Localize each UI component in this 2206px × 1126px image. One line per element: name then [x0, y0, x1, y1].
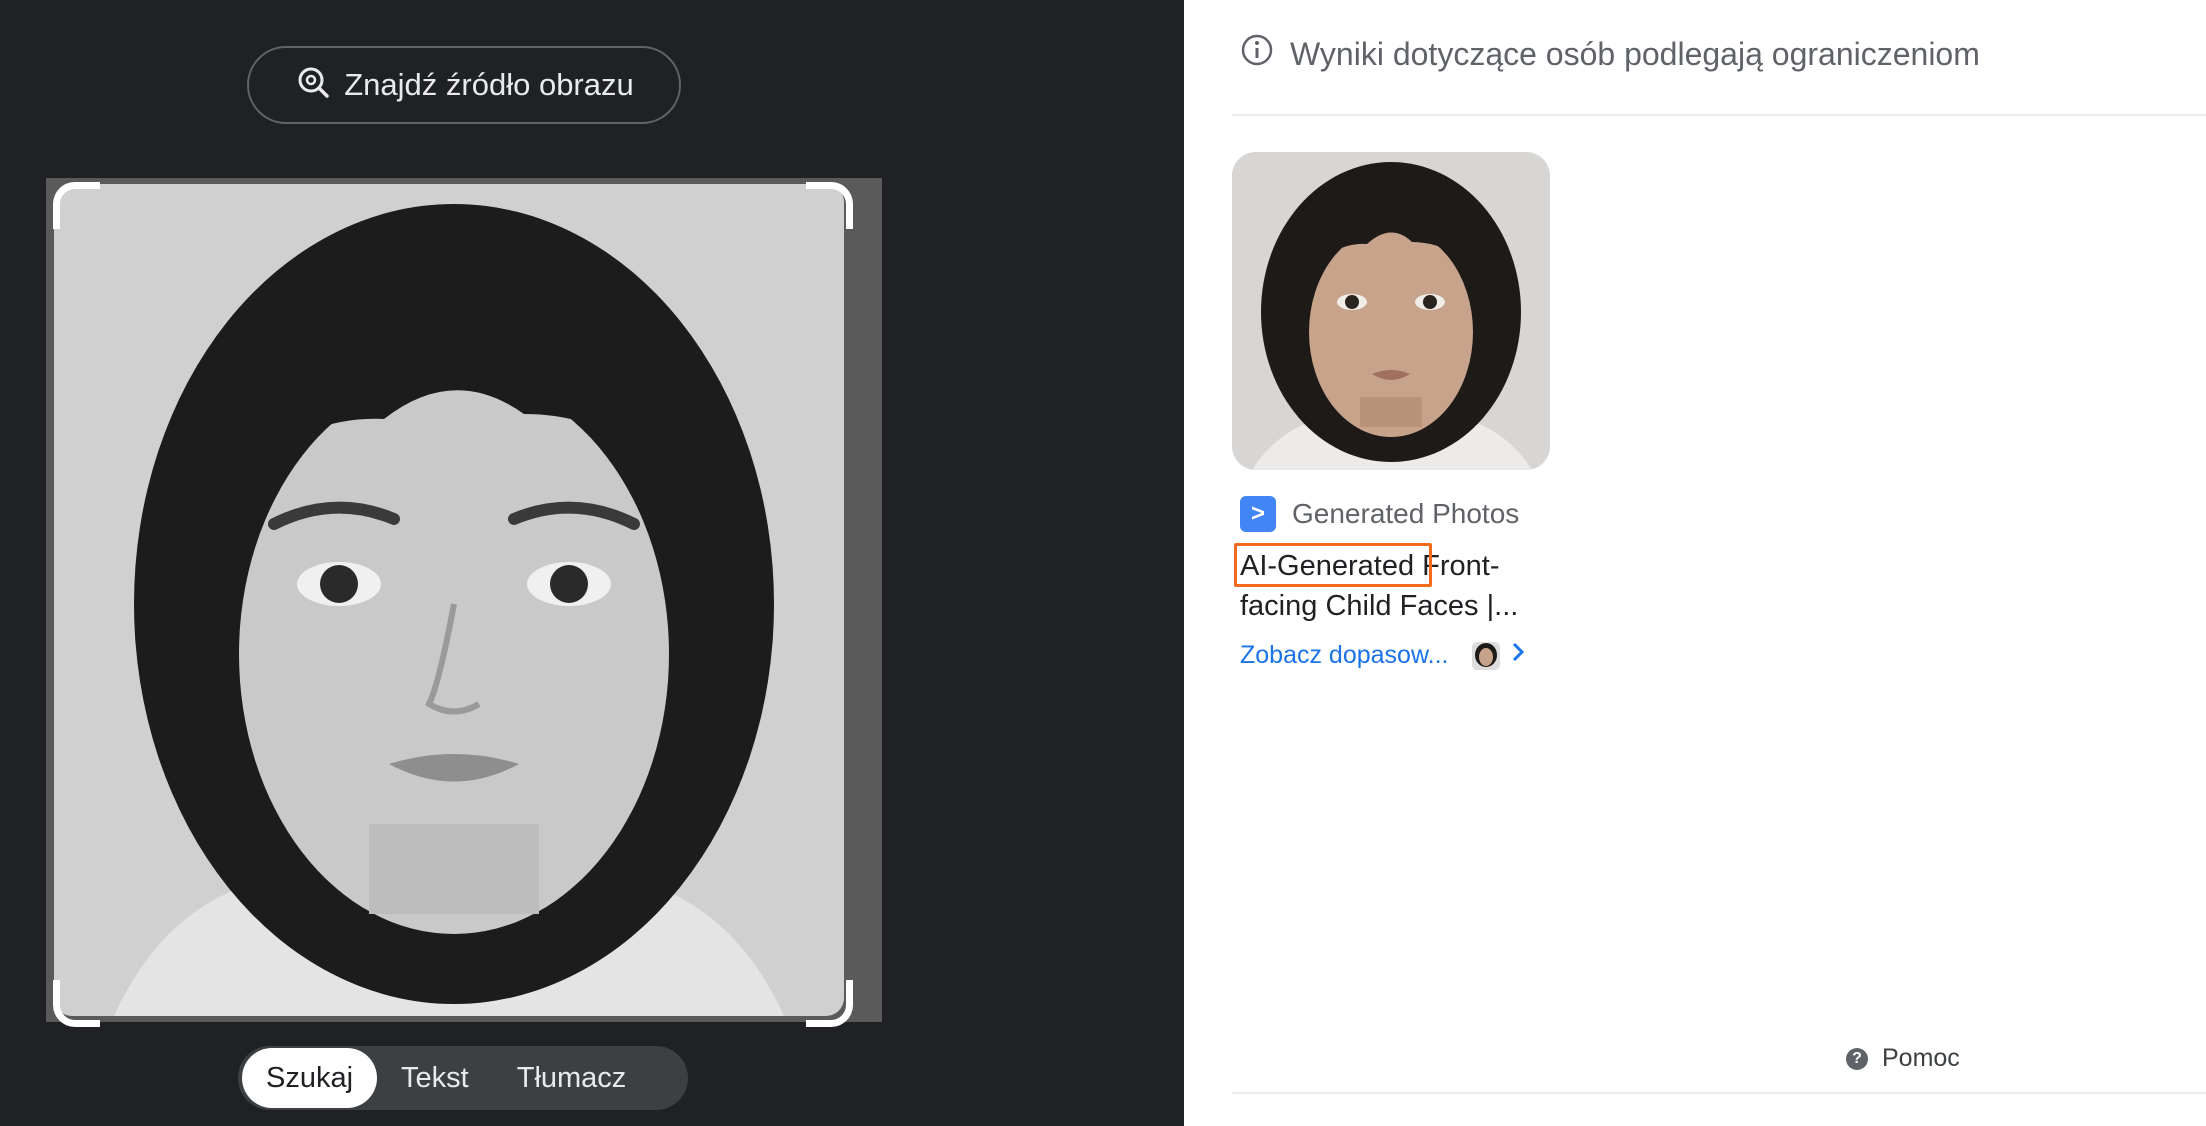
see-matches-link[interactable]: Zobacz dopasow...: [1240, 640, 1562, 671]
tab-search[interactable]: Szukaj: [242, 1048, 378, 1108]
results-panel: Wyniki dotyczące osób podlegają ogranicz…: [1184, 0, 2206, 1126]
generated-photos-favicon-icon: >: [1240, 496, 1276, 532]
tab-translate[interactable]: Tłumacz: [493, 1048, 651, 1108]
divider: [1232, 114, 2206, 116]
mode-tabs: Szukaj Tekst Tłumacz: [238, 1046, 688, 1110]
image-preview-panel: Znajdź źródło obrazu Szukaj Tekst Tłumac…: [0, 0, 1184, 1126]
highlight-annotation: [1234, 543, 1432, 587]
chevron-right-icon: [1510, 640, 1526, 671]
lens-search-icon: [294, 63, 330, 107]
help-label: Pomoc: [1882, 1044, 1960, 1072]
source-name: Generated Photos: [1292, 498, 1520, 529]
find-source-label: Znajdź źródło obrazu: [344, 67, 634, 102]
result-thumbnail[interactable]: [1232, 152, 1550, 470]
help-icon: ?: [1846, 1047, 1868, 1070]
help-link[interactable]: ? Pomoc: [1846, 1044, 1960, 1073]
result-title-rest: Front-: [1422, 550, 1500, 582]
info-icon: [1240, 33, 1274, 75]
find-image-source-button[interactable]: Znajdź źródło obrazu: [247, 46, 681, 124]
restriction-notice: Wyniki dotyczące osób podlegają ogranicz…: [1240, 30, 1980, 78]
result-title-line2: facing Child Faces |...: [1240, 590, 1519, 622]
crop-handle-top-left[interactable]: [53, 182, 100, 229]
crop-handle-bottom-right[interactable]: [806, 980, 853, 1027]
result-card[interactable]: > Generated Photos AI-Generated Front- f…: [1232, 152, 1562, 671]
crop-handle-top-right[interactable]: [806, 182, 853, 229]
see-matches-label: Zobacz dopasow...: [1240, 641, 1449, 669]
tab-text[interactable]: Tekst: [377, 1048, 493, 1108]
preview-image: [54, 184, 844, 1016]
divider: [1232, 1092, 2206, 1094]
restriction-notice-text: Wyniki dotyczące osób podlegają ogranicz…: [1290, 35, 1980, 72]
crop-handle-bottom-left[interactable]: [53, 980, 100, 1027]
crop-area: [46, 178, 882, 1027]
match-thumbnail-icon: [1472, 641, 1501, 670]
result-source[interactable]: > Generated Photos: [1240, 496, 1562, 532]
result-title[interactable]: AI-Generated Front- facing Child Faces |…: [1234, 543, 1550, 626]
